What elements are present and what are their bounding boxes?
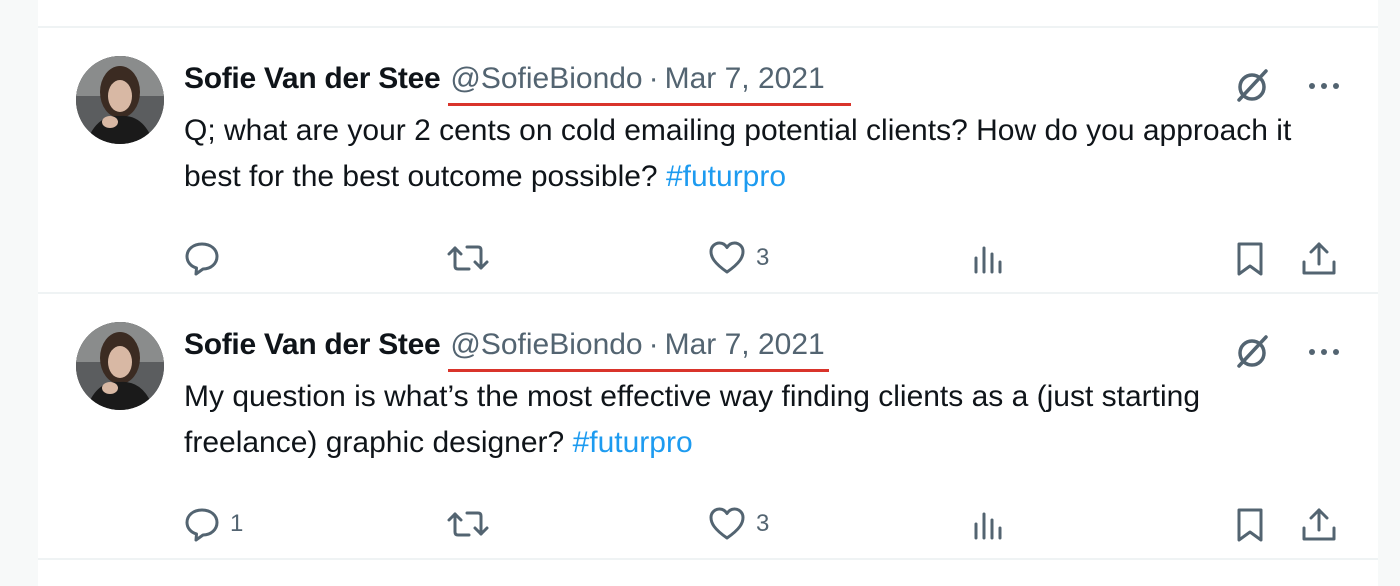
share-icon	[1300, 240, 1338, 278]
author-name[interactable]: Sofie Van der Stee	[184, 328, 441, 362]
share-button[interactable]	[1300, 506, 1338, 544]
bookmark-button[interactable]	[1234, 240, 1266, 278]
like-count: 3	[756, 510, 770, 537]
timeline-feed: Sofie Van der Stee @SofieBiondo · Mar 7, 2…	[38, 0, 1378, 586]
author-handle[interactable]: @SofieBiondo	[450, 62, 642, 95]
hashtag-link[interactable]: #futurpro	[666, 160, 786, 193]
reply-icon	[184, 240, 220, 276]
heart-icon	[708, 240, 746, 276]
like-button[interactable]: 3	[708, 506, 769, 542]
author-name[interactable]: Sofie Van der Stee	[184, 62, 441, 96]
red-underline-annotation	[448, 369, 829, 372]
bookmark-button[interactable]	[1234, 506, 1266, 544]
retweet-button[interactable]	[446, 506, 490, 542]
reply-button[interactable]: 1	[184, 506, 243, 542]
reply-button[interactable]	[184, 240, 230, 276]
author-handle[interactable]: @SofieBiondo	[450, 328, 642, 361]
bookmark-icon	[1234, 240, 1266, 278]
grok-icon[interactable]	[1232, 332, 1272, 372]
tweet-actions: 3	[184, 240, 1344, 280]
heart-icon	[708, 506, 746, 542]
divider	[38, 558, 1378, 560]
retweet-button[interactable]	[446, 240, 490, 276]
tweet-meta: @SofieBiondo · Mar 7, 2021	[448, 62, 851, 106]
reply-count: 1	[230, 510, 244, 537]
tweet-actions: 1 3	[184, 506, 1344, 546]
tweet-date[interactable]: Mar 7, 2021	[665, 62, 825, 95]
tweet-top-icons	[1232, 66, 1340, 106]
tweet-text: Q; what are your 2 cents on cold emailin…	[184, 108, 1324, 200]
views-icon	[972, 240, 1004, 276]
tweet-meta: @SofieBiondo · Mar 7, 2021	[448, 328, 829, 372]
like-button[interactable]: 3	[708, 240, 769, 276]
tweet-date[interactable]: Mar 7, 2021	[665, 328, 825, 361]
bookmark-icon	[1234, 506, 1266, 544]
meta-separator: ·	[648, 62, 659, 95]
share-button[interactable]	[1300, 240, 1338, 278]
views-icon	[972, 506, 1004, 542]
red-underline-annotation	[448, 103, 851, 106]
avatar[interactable]	[76, 56, 164, 144]
views-button[interactable]	[972, 506, 1004, 542]
meta-separator: ·	[648, 328, 659, 361]
share-icon	[1300, 506, 1338, 544]
tweet-top-icons	[1232, 332, 1340, 372]
like-count: 3	[756, 244, 770, 271]
tweet[interactable]: Sofie Van der Stee @SofieBiondo · Mar 7, 2…	[38, 28, 1378, 290]
more-icon[interactable]	[1308, 347, 1340, 357]
avatar[interactable]	[76, 322, 164, 410]
views-button[interactable]	[972, 240, 1004, 276]
more-icon[interactable]	[1308, 81, 1340, 91]
tweet-header: Sofie Van der Stee @SofieBiondo · Mar 7, 2…	[184, 328, 829, 372]
tweet-header: Sofie Van der Stee @SofieBiondo · Mar 7, 2…	[184, 62, 851, 106]
retweet-icon	[446, 240, 490, 276]
tweet-text: My question is what’s the most effective…	[184, 374, 1324, 466]
retweet-icon	[446, 506, 490, 542]
hashtag-link[interactable]: #futurpro	[573, 426, 693, 459]
grok-icon[interactable]	[1232, 66, 1272, 106]
tweet[interactable]: Sofie Van der Stee @SofieBiondo · Mar 7, 2…	[38, 294, 1378, 556]
reply-icon	[184, 506, 220, 542]
